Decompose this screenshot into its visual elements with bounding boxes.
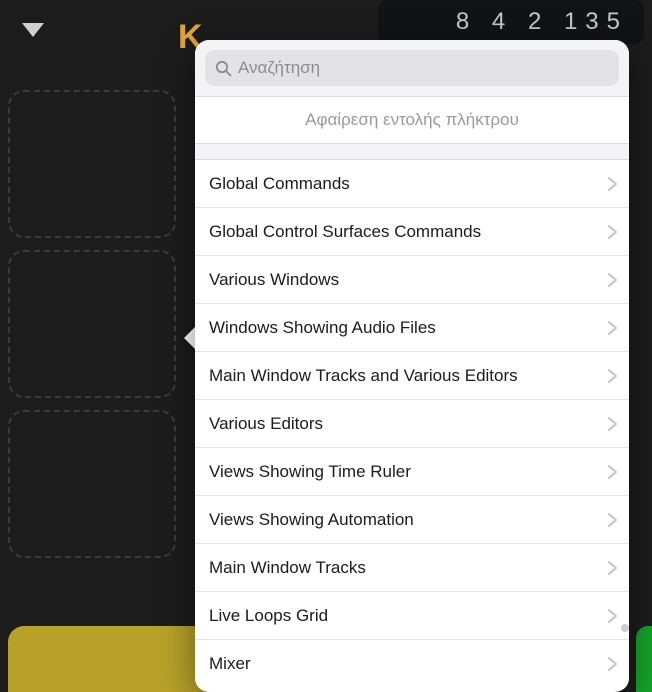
section-spacer — [195, 144, 629, 160]
scroll-indicator-icon — [621, 624, 629, 632]
empty-slot[interactable] — [8, 410, 176, 558]
chevron-right-icon — [608, 609, 617, 623]
remove-key-command-button[interactable]: Αφαίρεση εντολής πλήκτρου — [195, 96, 629, 144]
category-label: Live Loops Grid — [209, 606, 328, 626]
category-global-control-surfaces[interactable]: Global Control Surfaces Commands — [195, 208, 629, 256]
category-label: Main Window Tracks — [209, 558, 366, 578]
chevron-right-icon — [608, 417, 617, 431]
chevron-right-icon — [608, 177, 617, 191]
category-label: Mixer — [209, 654, 251, 674]
track-pad-yellow[interactable] — [8, 626, 212, 692]
category-label: Global Control Surfaces Commands — [209, 222, 481, 242]
chevron-right-icon — [608, 465, 617, 479]
chevron-right-icon — [608, 273, 617, 287]
category-various-editors[interactable]: Various Editors — [195, 400, 629, 448]
category-views-automation[interactable]: Views Showing Automation — [195, 496, 629, 544]
category-label: Views Showing Time Ruler — [209, 462, 411, 482]
category-views-time-ruler[interactable]: Views Showing Time Ruler — [195, 448, 629, 496]
category-label: Main Window Tracks and Various Editors — [209, 366, 518, 386]
chevron-right-icon — [608, 369, 617, 383]
track-pad-green[interactable] — [636, 626, 652, 692]
category-label: Various Editors — [209, 414, 323, 434]
category-label: Views Showing Automation — [209, 510, 414, 530]
chevron-right-icon — [608, 513, 617, 527]
chevron-right-icon — [608, 225, 617, 239]
search-field[interactable] — [205, 50, 619, 86]
chevron-right-icon — [608, 657, 617, 671]
empty-slot[interactable] — [8, 90, 176, 238]
category-live-loops-grid[interactable]: Live Loops Grid — [195, 592, 629, 640]
category-main-window-tracks-editors[interactable]: Main Window Tracks and Various Editors — [195, 352, 629, 400]
position-counter[interactable]: 8 4 2 135 — [378, 0, 644, 44]
category-windows-audio-files[interactable]: Windows Showing Audio Files — [195, 304, 629, 352]
commands-popover: Αφαίρεση εντολής πλήκτρου Global Command… — [195, 40, 629, 692]
search-container — [195, 40, 629, 96]
category-global-commands[interactable]: Global Commands — [195, 160, 629, 208]
dropdown-caret-icon[interactable] — [22, 23, 44, 37]
chevron-right-icon — [608, 321, 617, 335]
category-various-windows[interactable]: Various Windows — [195, 256, 629, 304]
category-label: Global Commands — [209, 174, 350, 194]
empty-slot[interactable] — [8, 250, 176, 398]
chevron-right-icon — [608, 561, 617, 575]
category-label: Windows Showing Audio Files — [209, 318, 436, 338]
commands-category-list: Global Commands Global Control Surfaces … — [195, 160, 629, 688]
search-input[interactable] — [238, 58, 609, 78]
remove-key-command-label: Αφαίρεση εντολής πλήκτρου — [305, 110, 519, 130]
position-counter-value: 8 4 2 135 — [456, 8, 628, 36]
category-main-window-tracks[interactable]: Main Window Tracks — [195, 544, 629, 592]
category-mixer[interactable]: Mixer — [195, 640, 629, 688]
search-icon — [215, 60, 232, 77]
category-label: Various Windows — [209, 270, 339, 290]
